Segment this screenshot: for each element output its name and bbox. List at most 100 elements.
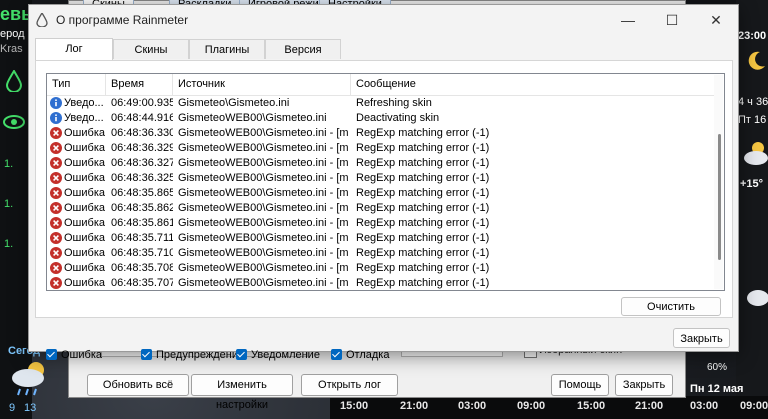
column-header-message[interactable]: Сообщение [351,74,717,95]
error-icon [50,202,62,214]
checkbox-box [236,349,247,360]
maximize-icon: ☐ [665,12,679,28]
log-message: RegExp matching error (-1) [356,187,490,199]
widget-text: 4 ч 36 [738,96,768,108]
log-time: 06:48:35.862 [111,202,173,214]
log-source: GismeteoWEB00\Gismeteo.ini - [mho... [178,157,348,169]
log-row[interactable]: Ошибка 06:48:35.861 GismeteoWEB00\Gismeteo… [47,216,717,231]
minimize-icon: — [621,12,635,28]
tab-log[interactable]: Лог [35,38,113,60]
widget-text: +15° [740,178,764,190]
widget-text: 1. [4,158,14,170]
widget-text: 23:00 [738,30,767,42]
timeline-hour: 21:00 [635,400,664,412]
widget-text: Пт 16 [738,114,767,126]
log-list[interactable]: Тип Время Источник Сообщение Уведо... 06:… [46,73,725,291]
window-close-button[interactable]: ✕ [694,5,738,35]
log-type: Ошибка [64,277,105,289]
log-source: GismeteoWEB00\Gismeteo.ini - [mho... [178,127,348,139]
edit-settings-button[interactable]: Изменить настройки [191,374,293,411]
filter-label: Уведомление [251,349,320,361]
error-icon [50,157,62,169]
column-header-time[interactable]: Время [106,74,173,95]
tab-plugins[interactable]: Плагины [189,39,265,59]
title-bar[interactable]: О программе Rainmeter — ☐ ✕ [29,5,738,35]
rainmeter-logo-icon [36,13,48,27]
log-source: GismeteoWEB00\Gismeteo.ini - [mTot... [178,217,348,229]
log-time: 06:48:36.329 [111,142,173,154]
error-icon [50,262,62,274]
error-icon [50,277,62,289]
log-row[interactable]: Ошибка 06:48:36.329 GismeteoWEB00\Gismeteo… [47,141,717,156]
clear-log-button[interactable]: Очистить [621,297,721,316]
widget-date: Пн 12 мая [690,383,744,395]
weather-temp-high: 13 [24,402,37,414]
timeline-hour: 09:00 [517,400,546,412]
moon-icon [748,51,765,70]
error-icon [50,232,62,244]
about-close-button[interactable]: Закрыть [673,328,730,348]
log-message: RegExp matching error (-1) [356,157,490,169]
timeline-hour: 15:00 [577,400,606,412]
timeline-hour: 03:00 [458,400,487,412]
tab-skins[interactable]: Скины [113,39,189,59]
main-close-button[interactable]: Закрыть [615,374,673,396]
refresh-all-button[interactable]: Обновить всё [87,374,189,396]
log-source: GismeteoWEB00\Gismeteo.ini - [mho... [178,277,348,289]
cloud-sun-icon [744,142,768,165]
log-panel: Тип Время Источник Сообщение Уведо... 06:… [35,60,733,361]
log-type: Ошибка [64,232,105,244]
droplet-icon [6,70,22,92]
minimize-button[interactable]: — [606,5,650,35]
log-type: Уведо... [64,112,104,124]
log-type: Ошибка [64,217,105,229]
log-time: 06:48:44.916 [111,112,173,124]
log-row[interactable]: Ошибка 06:48:35.862 GismeteoWEB00\Gismeteo… [47,201,717,216]
log-row[interactable]: Ошибка 06:48:35.708 GismeteoWEB00\Gismeteo… [47,261,717,276]
log-type: Ошибка [64,247,105,259]
error-icon [50,247,62,259]
error-icon [50,142,62,154]
log-type: Уведо... [64,97,104,109]
column-header-source[interactable]: Источник [173,74,351,95]
log-message: RegExp matching error (-1) [356,142,490,154]
scrollbar-thumb[interactable] [718,134,721,260]
timeline-hour: 15:00 [340,400,369,412]
tab-version[interactable]: Версия [265,39,341,59]
log-time: 06:48:35.865 [111,187,173,199]
help-button[interactable]: Помощь [551,374,609,396]
maximize-button[interactable]: ☐ [650,5,694,35]
log-row[interactable]: Ошибка 06:48:35.710 GismeteoWEB00\Gismeteo… [47,246,717,261]
log-time: 06:48:36.325 [111,172,173,184]
widget-text: 60% [707,362,728,373]
log-time: 06:48:35.861 [111,217,173,229]
log-row[interactable]: Ошибка 06:48:35.865 GismeteoWEB00\Gismeteo… [47,186,717,201]
log-message: RegExp matching error (-1) [356,277,490,289]
log-row[interactable]: Уведо... 06:49:00.935 Gismeteo\Gismeteo.in… [47,96,717,111]
log-type: Ошибка [64,142,105,154]
log-time: 06:48:35.707 [111,277,173,289]
checkbox-box [46,349,57,360]
info-icon [50,97,62,109]
log-message: RegExp matching error (-1) [356,217,490,229]
log-type: Ошибка [64,127,105,139]
log-row[interactable]: Ошибка 06:48:36.327 GismeteoWEB00\Gismeteo… [47,156,717,171]
widget-text: 1. [4,238,14,250]
log-row[interactable]: Уведо... 06:48:44.916 GismeteoWEB00\Gismet… [47,111,717,126]
log-row[interactable]: Ошибка 06:48:35.711 GismeteoWEB00\Gismeteo… [47,231,717,246]
info-icon [50,112,62,124]
filter-label: Ошибка [61,349,102,361]
log-message: RegExp matching error (-1) [356,232,490,244]
column-header-type[interactable]: Тип [47,74,106,95]
rain-cloud-icon [12,362,44,396]
log-row[interactable]: Ошибка 06:48:36.325 GismeteoWEB00\Gismeteo… [47,171,717,186]
weather-temp-low: 9 [9,402,16,414]
log-type: Ошибка [64,187,105,199]
desktop-right-widgets: 23:00 4 ч 36 Пт 16 +15° [736,0,768,419]
forecast-timeline: 15:00 21:00 03:00 09:00 15:00 21:00 03:0… [330,396,768,419]
open-log-button[interactable]: Открыть лог [301,374,398,396]
log-row[interactable]: Ошибка 06:48:35.707 GismeteoWEB00\Gismeteo… [47,276,717,290]
log-row[interactable]: Ошибка 06:48:36.330 GismeteoWEB00\Gismeteo… [47,126,717,141]
log-source: GismeteoWEB00\Gismeteo.ini - [mho... [178,172,348,184]
log-source: GismeteoWEB00\Gismeteo.ini [178,112,327,124]
